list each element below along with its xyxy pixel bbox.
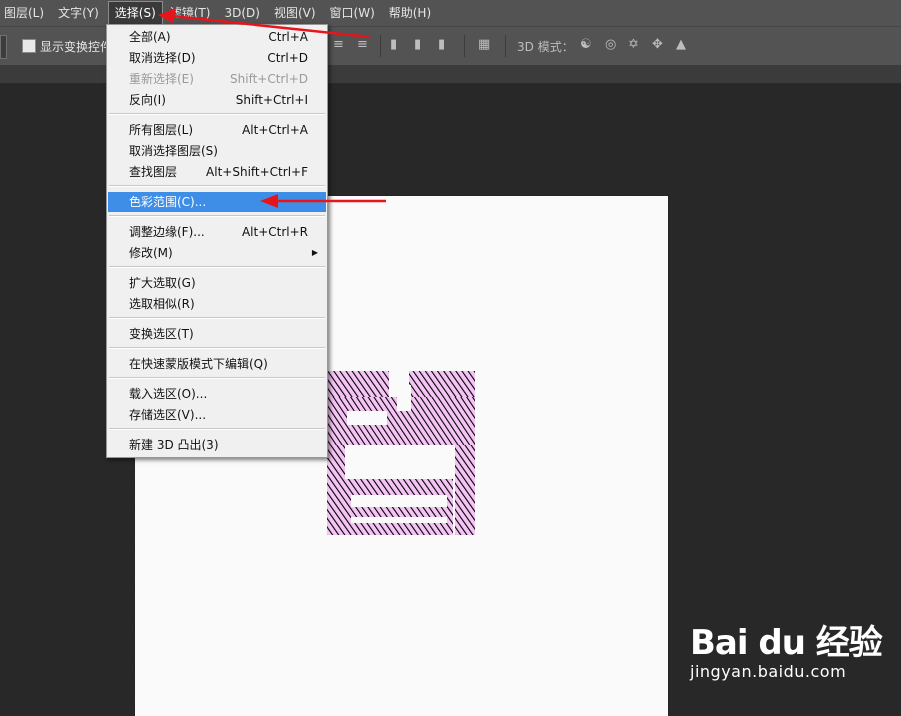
auto-align-icon[interactable]: ▦ [478,37,490,52]
3d-slide-icon[interactable]: ✥ [652,37,663,52]
align-hcenter-icon[interactable]: ▮ [414,37,421,52]
menu-item-transform-selection[interactable]: 变换选区(T) [108,324,326,344]
menu-3d[interactable]: 3D(D) [220,2,269,24]
divider [505,35,506,57]
align-left-icon[interactable]: ▮ [390,37,397,52]
menu-item-grow[interactable]: 扩大选取(G) [108,273,326,293]
3d-pan-icon[interactable]: ✡ [628,37,639,52]
menu-item-all[interactable]: 全部(A) Ctrl+A [108,27,326,47]
menu-item-modify[interactable]: 修改(M) ▶ [108,243,326,263]
menu-divider [109,113,325,115]
menu-item-deselect-layers[interactable]: 取消选择图层(S) [108,141,326,161]
menu-window[interactable]: 窗口(W) [326,2,385,24]
3d-camera-icon[interactable]: ▲ [676,37,686,52]
menu-divider [109,347,325,349]
menu-item-deselect[interactable]: 取消选择(D) Ctrl+D [108,48,326,68]
3d-roll-icon[interactable]: ◎ [605,37,616,52]
menu-item-color-range[interactable]: 色彩范围(C)... [108,192,326,212]
align-bottom-icon[interactable]: ≡ [357,37,368,52]
menu-bar: 图层(L) 文字(Y) 选择(S) 滤镜(T) 3D(D) 视图(V) 窗口(W… [0,0,901,26]
menu-divider [109,266,325,268]
menu-item-inverse[interactable]: 反向(I) Shift+Ctrl+I [108,90,326,110]
watermark-url: jingyan.baidu.com [690,662,847,681]
show-transform-controls-checkbox[interactable] [22,39,36,53]
menu-type[interactable]: 文字(Y) [54,2,109,24]
menu-divider [109,317,325,319]
menu-item-load-selection[interactable]: 载入选区(O)... [108,384,326,404]
submenu-arrow-icon: ▶ [311,248,318,257]
menu-item-all-layers[interactable]: 所有图层(L) Alt+Ctrl+A [108,120,326,140]
tool-preset-button[interactable] [0,35,7,59]
menu-select[interactable]: 选择(S) [107,1,163,25]
menu-divider [109,428,325,430]
menu-item-similar[interactable]: 选取相似(R) [108,294,326,314]
menu-help[interactable]: 帮助(H) [385,2,441,24]
menu-item-reselect: 重新选择(E) Shift+Ctrl+D [129,72,308,86]
3d-orbit-icon[interactable]: ☯ [580,37,592,52]
select-menu-dropdown: 全部(A) Ctrl+A 取消选择(D) Ctrl+D 重新选择(E) Shift+C… [106,24,328,458]
baidu-logo: Bai du 经验 [690,623,883,663]
menu-item-save-selection[interactable]: 存储选区(V)... [108,405,326,425]
menu-item-quick-mask[interactable]: 在快速蒙版模式下编辑(Q) [108,354,326,374]
menu-filter[interactable]: 滤镜(T) [166,2,221,24]
menu-divider [109,215,325,217]
selection-shape [327,371,475,535]
divider [464,35,465,57]
menu-item-refine-edge[interactable]: 调整边缘(F)... Alt+Ctrl+R [108,222,326,242]
menu-divider [109,377,325,379]
baidu-jingyan-watermark: Bai du 经验 jingyan.baidu.com [690,615,883,681]
align-right-icon[interactable]: ▮ [438,37,445,52]
menu-divider [109,185,325,187]
menu-item-new-3d-extrusion[interactable]: 新建 3D 凸出(3) [108,435,326,455]
menu-layer[interactable]: 图层(L) [0,2,54,24]
align-vcenter-icon[interactable]: ≡ [333,37,344,52]
3d-mode-label: 3D 模式： [517,40,574,54]
divider [380,35,381,57]
show-transform-controls-label: 显示变换控件 [40,40,113,54]
menu-view[interactable]: 视图(V) [270,2,326,24]
menu-item-find-layers[interactable]: 查找图层 Alt+Shift+Ctrl+F [108,162,326,182]
